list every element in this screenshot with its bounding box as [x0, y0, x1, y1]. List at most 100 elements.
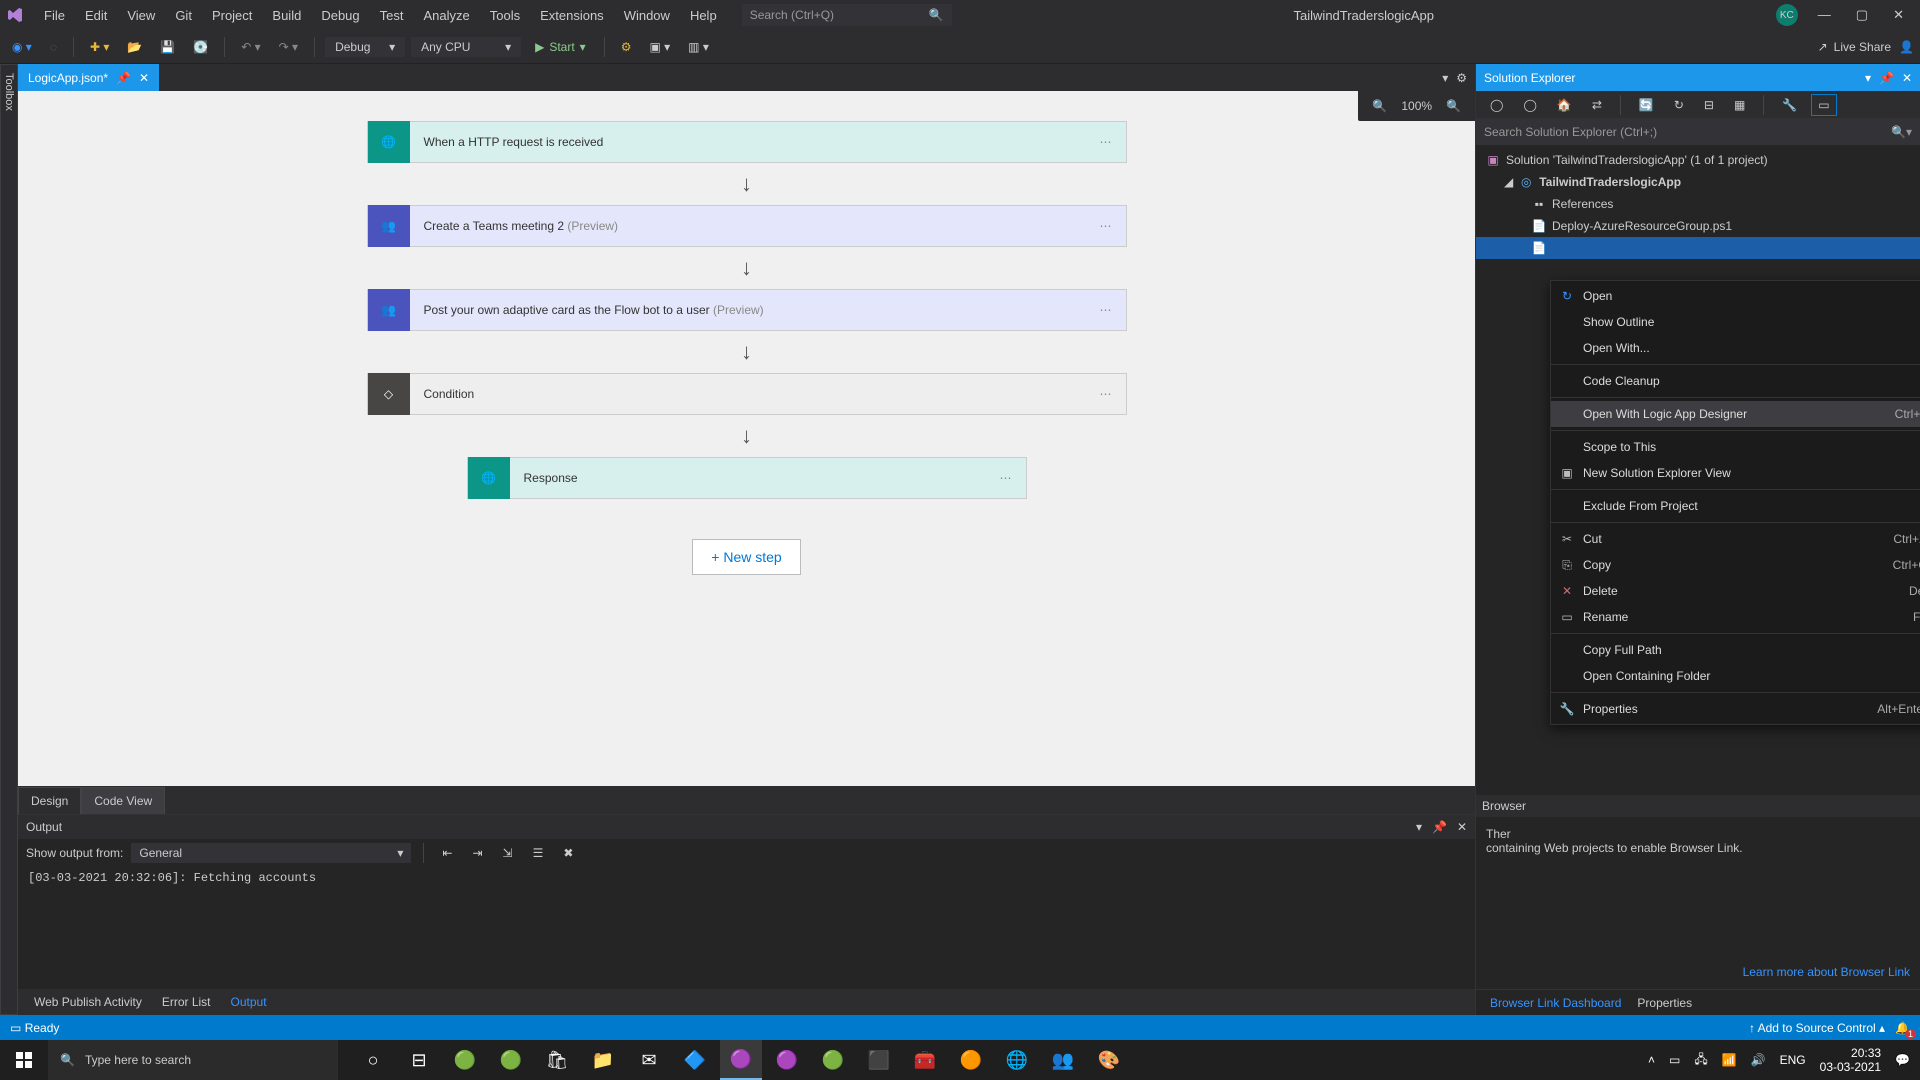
vscode-icon[interactable]: 🔷 — [674, 1040, 716, 1080]
undo-button[interactable]: ↶ ▾ — [235, 37, 266, 57]
step-menu-icon[interactable]: ⋯ — [1100, 219, 1114, 233]
step-response[interactable]: 🌐 Response ⋯ — [467, 457, 1027, 499]
new-step-button[interactable]: + New step — [692, 539, 800, 575]
ctx-open-designer[interactable]: Open With Logic App DesignerCtrl+L — [1551, 401, 1920, 427]
browser-link-button[interactable]: ⚙ — [615, 37, 638, 57]
output-tool-1[interactable]: ⇤ — [436, 843, 458, 863]
pin-icon[interactable]: 📌 — [116, 71, 131, 85]
solexp-collapse-icon[interactable]: ⊟ — [1698, 95, 1720, 115]
close-icon[interactable]: ✕ — [1893, 7, 1904, 23]
tree-project[interactable]: ◢ ◎ TailwindTraderslogicApp — [1476, 171, 1920, 193]
solexp-preview-icon[interactable]: ▭ — [1811, 94, 1836, 116]
live-share-button[interactable]: ↗ Live Share — [1818, 40, 1891, 54]
tree-file-deploy[interactable]: 📄 Deploy-AzureResourceGroup.ps1 — [1476, 215, 1920, 237]
tool-button-2[interactable]: ▥ ▾ — [682, 37, 715, 57]
ctx-exclude[interactable]: Exclude From Project — [1551, 493, 1920, 519]
vs-icon[interactable]: 🟣 — [720, 1040, 762, 1080]
nav-fwd-button[interactable]: ◌ — [44, 37, 63, 57]
solexp-refresh-icon[interactable]: ↻ — [1668, 95, 1690, 115]
taskbar-search[interactable]: 🔍 Type here to search — [48, 1040, 338, 1080]
notifications-icon[interactable]: 🔔1 — [1895, 1021, 1910, 1035]
toolbox-tab[interactable]: Toolbox — [0, 64, 18, 1015]
nav-back-button[interactable]: ◉ ▾ — [6, 37, 38, 57]
output-tool-3[interactable]: ⇲ — [497, 843, 519, 863]
tab-output[interactable]: Output — [221, 990, 277, 1014]
step-http-trigger[interactable]: 🌐 When a HTTP request is received ⋯ — [367, 121, 1127, 163]
step-menu-icon[interactable]: ⋯ — [1100, 303, 1114, 317]
menu-file[interactable]: File — [34, 2, 75, 29]
blender-icon[interactable]: 🟠 — [950, 1040, 992, 1080]
figma-icon[interactable]: 🎨 — [1088, 1040, 1130, 1080]
network-icon[interactable]: 🖧 — [1694, 1050, 1707, 1071]
task-view-icon[interactable]: ○ — [352, 1040, 394, 1080]
save-button[interactable]: 💾 — [154, 37, 181, 57]
ctx-properties[interactable]: 🔧PropertiesAlt+Enter — [1551, 696, 1920, 722]
menu-edit[interactable]: Edit — [75, 2, 117, 29]
step-teams-meeting[interactable]: 👥 Create a Teams meeting 2 (Preview) ⋯ — [367, 205, 1127, 247]
output-close-icon[interactable]: ✕ — [1457, 820, 1467, 834]
terminal-icon[interactable]: ⬛ — [858, 1040, 900, 1080]
solexp-close-icon[interactable]: ✕ — [1902, 71, 1912, 85]
redo-button[interactable]: ↷ ▾ — [273, 37, 304, 57]
output-wrap-icon[interactable]: ☰ — [527, 843, 550, 863]
tab-settings-icon[interactable]: ⚙ — [1456, 71, 1467, 85]
store-icon[interactable]: 🛍 — [536, 1040, 578, 1080]
ctx-open-with[interactable]: Open With... — [1551, 335, 1920, 361]
menu-test[interactable]: Test — [370, 2, 414, 29]
solexp-search[interactable]: Search Solution Explorer (Ctrl+;) 🔍▾ — [1476, 119, 1920, 145]
menu-extensions[interactable]: Extensions — [530, 2, 614, 29]
taskbar-clock[interactable]: 20:33 03-03-2021 — [1820, 1046, 1881, 1075]
output-clear-icon[interactable]: ✖ — [557, 843, 579, 863]
tab-overflow-icon[interactable]: ▾ — [1442, 71, 1448, 85]
editor-tab-logicapp[interactable]: LogicApp.json* 📌 ✕ — [18, 64, 159, 91]
menu-build[interactable]: Build — [262, 2, 311, 29]
menu-tools[interactable]: Tools — [480, 2, 530, 29]
solexp-back-icon[interactable]: ◯ — [1484, 95, 1509, 115]
save-all-button[interactable]: 💽 — [187, 37, 214, 57]
tab-web-publish[interactable]: Web Publish Activity — [24, 990, 152, 1014]
output-pin-icon[interactable]: 📌 — [1432, 820, 1447, 834]
android-studio-icon[interactable]: 🟢 — [812, 1040, 854, 1080]
ctx-new-view[interactable]: ▣New Solution Explorer View — [1551, 460, 1920, 486]
menu-window[interactable]: Window — [614, 2, 680, 29]
start-button[interactable]: ▶ Start ▾ — [527, 37, 594, 57]
ctx-rename[interactable]: ▭RenameF2 — [1551, 604, 1920, 630]
tool-button-1[interactable]: ▣ ▾ — [643, 37, 676, 57]
mail-icon[interactable]: ✉ — [628, 1040, 670, 1080]
solexp-dropdown-icon[interactable]: ▾ — [1865, 71, 1871, 85]
edge-beta-icon[interactable]: 🟢 — [490, 1040, 532, 1080]
menu-analyze[interactable]: Analyze — [413, 2, 479, 29]
step-menu-icon[interactable]: ⋯ — [1100, 387, 1114, 401]
explorer-icon[interactable]: 📁 — [582, 1040, 624, 1080]
volume-icon[interactable]: 🔊 — [1751, 1053, 1766, 1067]
ctx-copy-path[interactable]: Copy Full Path — [1551, 637, 1920, 663]
design-tab[interactable]: Design — [18, 787, 81, 814]
maximize-icon[interactable]: ▢ — [1856, 7, 1868, 23]
code-view-tab[interactable]: Code View — [81, 787, 165, 814]
menu-view[interactable]: View — [117, 2, 165, 29]
user-avatar[interactable]: KC — [1776, 4, 1798, 26]
teams-icon[interactable]: 👥 — [1042, 1040, 1084, 1080]
source-control-button[interactable]: ↑ Add to Source Control ▴ — [1749, 1021, 1885, 1035]
start-button[interactable] — [0, 1040, 48, 1080]
output-tool-2[interactable]: ⇥ — [466, 843, 488, 863]
vs-installer-icon[interactable]: 🟣 — [766, 1040, 808, 1080]
tab-properties[interactable]: Properties — [1629, 991, 1700, 1015]
solexp-sync-icon[interactable]: 🔄 — [1633, 95, 1660, 115]
wifi-icon[interactable]: 📶 — [1722, 1053, 1737, 1067]
solexp-fwd-icon[interactable]: ◯ — [1517, 95, 1542, 115]
tree-file-logicapp[interactable]: 📄 — [1476, 237, 1920, 259]
output-body[interactable]: [03-03-2021 20:32:06]: Fetching accounts — [18, 867, 1475, 989]
solexp-properties-icon[interactable]: 🔧 — [1776, 95, 1803, 115]
menu-debug[interactable]: Debug — [311, 2, 369, 29]
ctx-show-outline[interactable]: Show Outline — [1551, 309, 1920, 335]
logic-app-designer[interactable]: 🔍 100% 🔍 🌐 When a HTTP request is receiv… — [18, 91, 1475, 786]
action-center-icon[interactable]: 💬 — [1895, 1053, 1910, 1067]
tray-overflow-icon[interactable]: ˄ — [1648, 1053, 1655, 1067]
app-icon-2[interactable]: 🧰 — [904, 1040, 946, 1080]
language-indicator[interactable]: ENG — [1780, 1053, 1806, 1067]
global-search[interactable]: Search (Ctrl+Q) 🔍 — [742, 4, 952, 26]
platform-dropdown[interactable]: Any CPU▾ — [411, 37, 521, 57]
solexp-switch-icon[interactable]: ⇄ — [1586, 95, 1608, 115]
output-dropdown-icon[interactable]: ▾ — [1416, 820, 1422, 834]
